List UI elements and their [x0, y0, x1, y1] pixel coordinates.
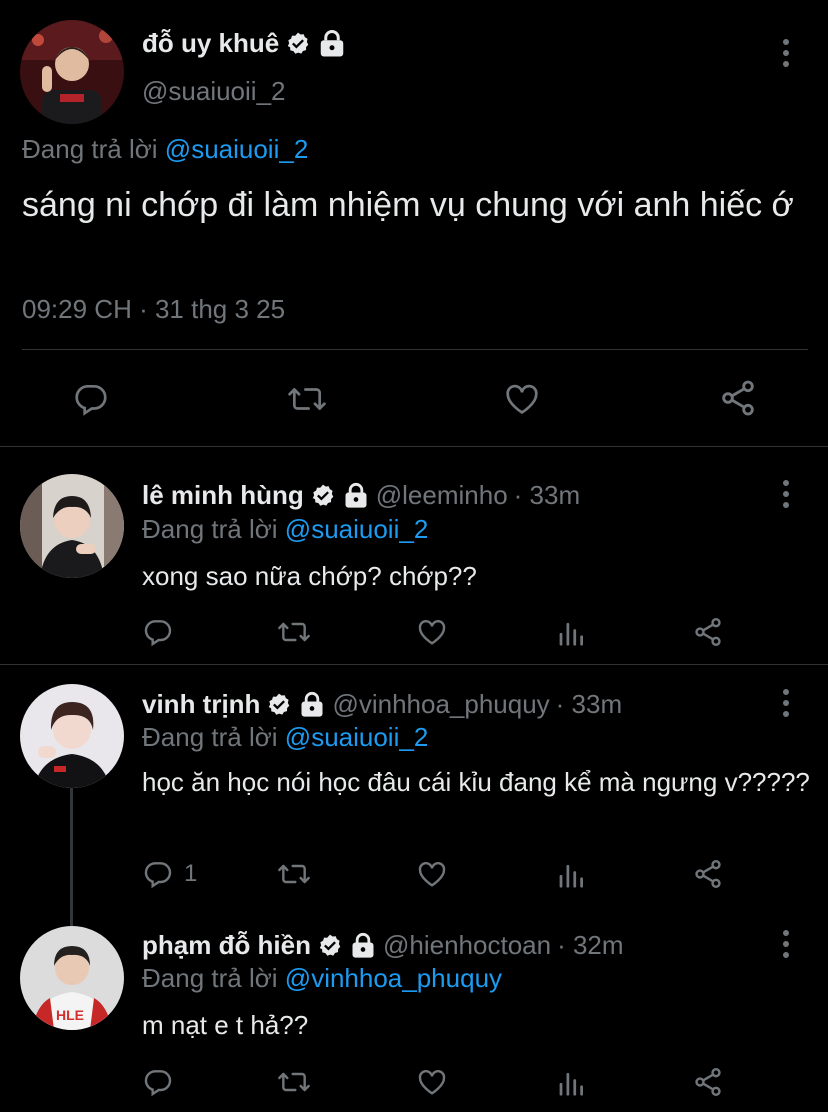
share-icon — [722, 380, 754, 416]
replying-to-handle[interactable]: @suaiuoii_2 — [285, 514, 428, 544]
replying-to: Đang trả lời @suaiuoii_2 — [142, 722, 428, 753]
author-handle[interactable]: @leeminho — [376, 480, 508, 511]
reply-button[interactable] — [142, 616, 184, 648]
replying-to-handle[interactable]: @suaiuoii_2 — [165, 134, 308, 164]
like-button[interactable] — [415, 858, 449, 895]
avatar-image — [20, 684, 124, 788]
replying-to: Đang trả lời @vinhhoa_phuquy — [142, 963, 502, 994]
replying-to-handle[interactable]: @vinhhoa_phuquy — [285, 963, 502, 993]
replying-label: Đang trả lời — [142, 722, 278, 752]
svg-text:HLE: HLE — [56, 1007, 84, 1023]
like-icon — [418, 862, 446, 887]
verified-badge-icon — [269, 693, 290, 715]
author-name[interactable]: lê minh hùng — [142, 480, 304, 511]
like-icon — [418, 620, 446, 645]
share-icon — [695, 860, 721, 888]
more-icon[interactable] — [782, 930, 790, 958]
avatar[interactable]: HLE — [20, 926, 124, 1030]
tweet-text: sáng ni chớp đi làm nhiệm vụ chung với a… — [22, 186, 794, 224]
reply-time: · 32m — [557, 930, 624, 960]
author-handle[interactable]: @suaiuoii_2 — [142, 76, 285, 107]
verified-badge-icon — [288, 32, 309, 54]
tweet-timestamp[interactable]: 09:29 CH · 31 thg 3 25 — [22, 294, 285, 325]
lock-icon — [301, 691, 323, 717]
replying-to-handle[interactable]: @suaiuoii_2 — [285, 722, 428, 752]
like-icon — [506, 384, 538, 415]
divider — [22, 349, 808, 350]
author-name[interactable]: đỗ uy khuê — [142, 28, 279, 59]
retweet-icon — [288, 388, 326, 410]
verified-badge-icon — [319, 934, 341, 956]
like-icon — [418, 1070, 446, 1095]
reply-icon — [144, 1070, 172, 1097]
author-handle[interactable]: @hienhoctoan — [383, 930, 551, 961]
share-button[interactable] — [718, 378, 758, 423]
like-button[interactable] — [415, 616, 449, 653]
more-icon[interactable] — [782, 480, 790, 508]
divider — [0, 446, 828, 447]
avatar-image — [20, 20, 124, 124]
reply-icon — [144, 862, 172, 889]
retweet-button[interactable] — [286, 380, 328, 423]
replying-to: Đang trả lời @suaiuoii_2 — [22, 134, 308, 165]
share-icon — [695, 618, 721, 646]
like-button[interactable] — [502, 380, 542, 423]
views-icon — [559, 622, 583, 646]
reply-time: · 33m — [555, 689, 623, 719]
lock-icon — [345, 482, 367, 508]
share-button[interactable] — [692, 858, 724, 895]
retweet-icon — [278, 1072, 310, 1092]
reply-text: xong sao nữa chớp? chớp?? — [142, 561, 477, 591]
avatar[interactable] — [20, 20, 124, 124]
retweet-icon — [278, 622, 310, 642]
reply-button[interactable]: 1 — [142, 858, 197, 890]
replying-to: Đang trả lời @suaiuoii_2 — [142, 514, 428, 545]
replying-label: Đang trả lời — [22, 134, 158, 164]
verified-badge-icon — [312, 484, 334, 506]
reply-button[interactable] — [72, 380, 110, 423]
lock-icon — [352, 932, 374, 958]
retweet-button[interactable] — [276, 1066, 312, 1103]
reply-text: m nạt e t hả?? — [142, 1010, 309, 1040]
thread-line — [70, 784, 73, 926]
retweet-button[interactable] — [276, 858, 312, 895]
replying-label: Đang trả lời — [142, 963, 278, 993]
views-icon — [559, 1072, 583, 1096]
retweet-icon — [278, 864, 310, 884]
like-button[interactable] — [415, 1066, 449, 1103]
more-icon[interactable] — [782, 689, 790, 717]
reply-text: học ăn học nói học đâu cái kỉu đang kể m… — [142, 767, 810, 797]
reply-icon — [75, 384, 107, 416]
lock-icon — [321, 29, 344, 56]
avatar-image: HLE — [20, 926, 124, 1030]
views-button[interactable] — [556, 860, 586, 895]
reply-count: 1 — [184, 860, 198, 887]
retweet-button[interactable] — [276, 616, 312, 653]
replying-label: Đang trả lời — [142, 514, 278, 544]
divider — [0, 664, 828, 665]
reply-icon — [144, 620, 172, 647]
avatar[interactable] — [20, 684, 124, 788]
views-icon — [559, 864, 583, 888]
reply-time: · 33m — [513, 480, 581, 510]
author-name[interactable]: phạm đỗ hiền — [142, 930, 311, 961]
avatar[interactable] — [20, 474, 124, 578]
share-button[interactable] — [692, 1066, 724, 1103]
author-handle[interactable]: @vinhhoa_phuquy — [332, 689, 549, 720]
more-icon[interactable] — [782, 39, 790, 67]
reply-button[interactable] — [142, 1066, 184, 1098]
avatar-image — [20, 474, 124, 578]
author-name[interactable]: vinh trịnh — [142, 689, 260, 720]
share-button[interactable] — [692, 616, 724, 653]
share-icon — [695, 1068, 721, 1096]
views-button[interactable] — [556, 1068, 586, 1103]
views-button[interactable] — [556, 618, 586, 653]
